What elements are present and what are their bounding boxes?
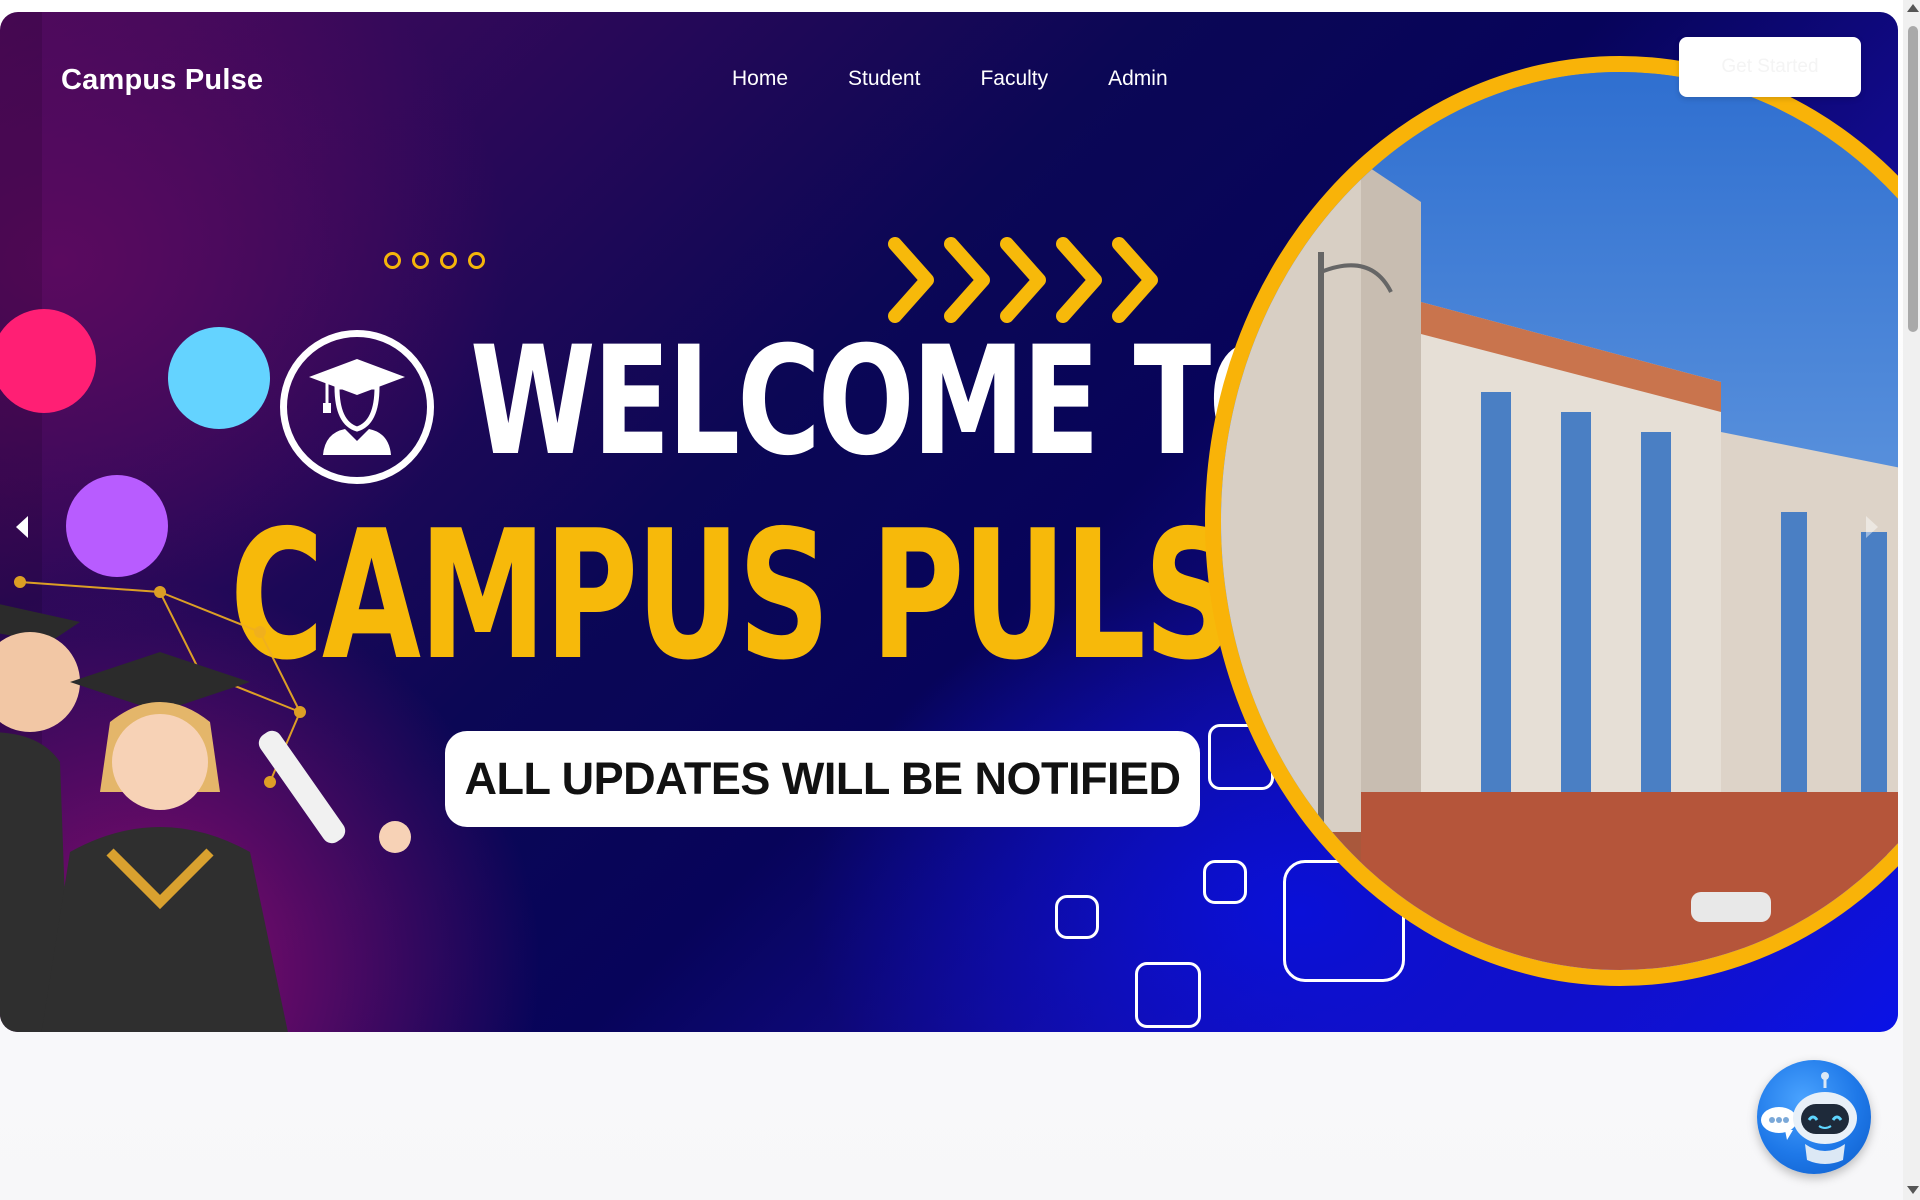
page-scrollbar[interactable] [1903, 0, 1920, 1200]
decor-circle-cyan [168, 327, 270, 429]
chevron-right-icon [1866, 516, 1878, 538]
hero-banner-text: ALL UPDATES WILL BE NOTIFIED [464, 753, 1182, 804]
decor-circle-pink [0, 309, 96, 413]
scrollbar-thumb[interactable] [1908, 26, 1918, 332]
decor-dot [384, 252, 401, 269]
decor-dots [384, 252, 485, 269]
brand-logo-text[interactable]: Campus Pulse [61, 64, 263, 97]
page: WELCOME TO CAMPUS PULSE ALL UPDATES WILL… [0, 0, 1920, 1200]
nav-link-home[interactable]: Home [732, 67, 788, 91]
nav-link-faculty[interactable]: Faculty [980, 67, 1048, 91]
scroll-up-arrow-icon[interactable] [1907, 4, 1919, 12]
hero-headline-line1: WELCOME TO [470, 315, 1305, 489]
students-illustration [0, 576, 411, 1032]
carousel-next-button[interactable] [1862, 512, 1882, 542]
graduate-icon [280, 330, 434, 484]
chevron-left-icon [16, 516, 28, 538]
hero-banner: ALL UPDATES WILL BE NOTIFIED [445, 731, 1200, 827]
nav-links: Home Student Faculty Admin [732, 67, 1168, 91]
scroll-down-arrow-icon[interactable] [1907, 1186, 1919, 1194]
carousel-prev-button[interactable] [12, 512, 32, 542]
top-navbar: Campus Pulse Home Student Faculty Admin … [0, 12, 1898, 122]
chatbot-button[interactable] [1757, 1060, 1871, 1174]
decor-square [1135, 962, 1201, 1028]
campus-building-photo [1205, 56, 1898, 986]
nav-link-admin[interactable]: Admin [1108, 67, 1168, 91]
nav-link-student[interactable]: Student [848, 67, 920, 91]
decor-square [1055, 895, 1099, 939]
hero-carousel: WELCOME TO CAMPUS PULSE ALL UPDATES WILL… [0, 12, 1898, 1032]
robot-icon [1761, 1072, 1857, 1164]
decor-dot [412, 252, 429, 269]
get-started-button[interactable]: Get Started [1679, 37, 1861, 97]
decor-dot [468, 252, 485, 269]
decor-dot [440, 252, 457, 269]
